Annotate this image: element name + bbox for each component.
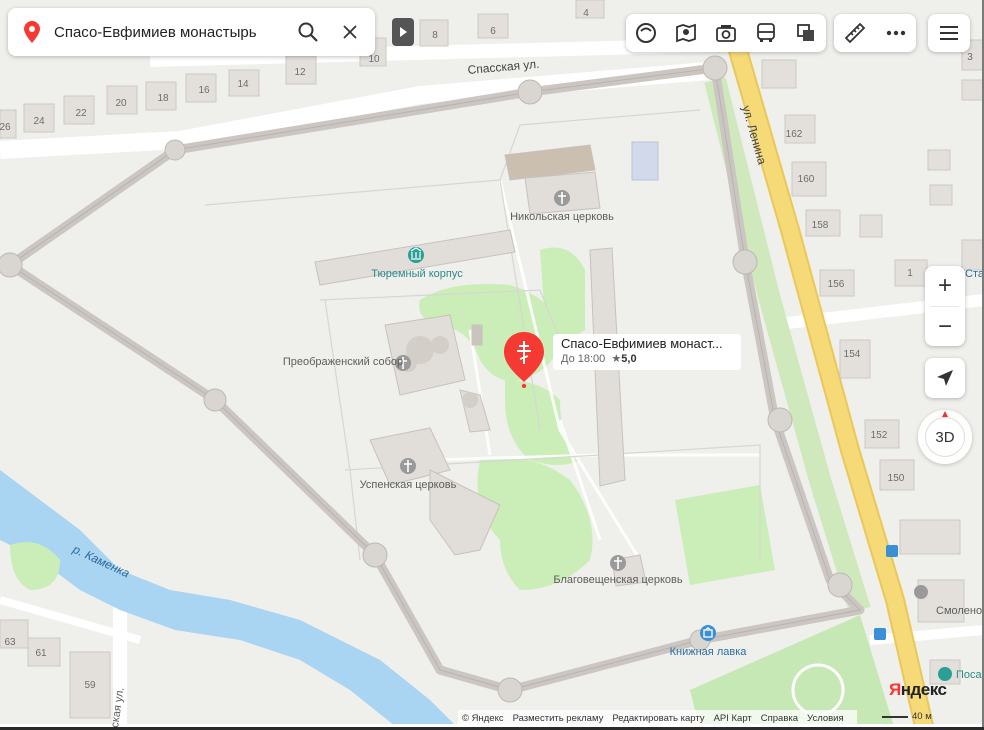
location-pin-icon [24, 21, 40, 43]
poi-label: Успенская церковь [360, 479, 457, 491]
search-input[interactable]: Спасо-Евфимиев монастырь [54, 24, 291, 41]
place-popup[interactable]: Спасо-Евфимиев монаст... До 18:00 ★5,0 [553, 334, 741, 370]
poi-label: Книжная лавка [670, 646, 748, 658]
house-number: 154 [844, 349, 861, 360]
menu-button[interactable] [928, 14, 970, 52]
house-number: 1 [907, 268, 913, 279]
ruler-button[interactable] [834, 14, 875, 52]
house-number: 162 [786, 129, 803, 140]
house-number: 150 [888, 473, 905, 484]
search-box: Спасо-Евфимиев монастырь [8, 8, 375, 56]
poi-label: Благовещенская церковь [553, 574, 682, 586]
cross-icon[interactable] [400, 458, 416, 474]
camera-icon [716, 25, 736, 42]
poi-label: Тюремный корпус [371, 268, 463, 280]
star-icon: ★ [608, 353, 622, 365]
house-number: 14 [237, 79, 249, 90]
zoom-in-button[interactable]: + [925, 266, 965, 306]
map-layers-button[interactable] [626, 14, 666, 52]
advertise-link[interactable]: Разместить рекламу [513, 713, 604, 724]
tools-toolbar [834, 14, 916, 52]
house-number: 24 [33, 116, 45, 127]
house-number: 26 [0, 122, 11, 133]
layers-icon [636, 23, 656, 43]
cross-icon[interactable] [610, 555, 626, 571]
copyright-text: © Яндекс [462, 712, 504, 724]
terms-link[interactable]: Условия [807, 713, 844, 724]
hamburger-icon [940, 26, 958, 40]
house-number: 12 [294, 67, 306, 78]
house-number: 3 [967, 52, 973, 63]
edit-map-link[interactable]: Редактировать карту [612, 713, 704, 724]
scale-bar: 40 м [882, 711, 932, 722]
house-number: 10 [368, 54, 380, 65]
navigation-arrow-icon [937, 370, 953, 386]
map-footer: © Яндекс Разместить рекламу Редактироват… [458, 710, 857, 726]
house-number: 4 [583, 8, 589, 19]
house-number: 160 [798, 174, 815, 185]
transport-button[interactable] [746, 14, 786, 52]
close-icon [343, 25, 357, 39]
house-number: 152 [871, 430, 888, 441]
house-number: 59 [84, 680, 96, 691]
poi-label: Преображенский собор [283, 356, 403, 368]
scale-line [882, 715, 908, 718]
search-button[interactable] [291, 15, 325, 49]
place-meta: До 18:00 ★5,0 [561, 352, 733, 365]
panorama-button[interactable] [666, 14, 706, 52]
minus-icon: − [937, 313, 952, 340]
ruler-icon [844, 22, 865, 44]
bus-icon [757, 23, 775, 42]
museum-icon[interactable] [408, 247, 424, 263]
more-icon [886, 30, 905, 36]
plus-icon: + [937, 272, 952, 299]
3d-button[interactable]: 3D [925, 417, 965, 457]
help-link[interactable]: Справка [761, 713, 798, 724]
house-number: 16 [198, 85, 210, 96]
collapse-panel-button[interactable] [392, 18, 414, 46]
search-icon [298, 22, 318, 42]
place-rating: 5,0 [621, 353, 637, 365]
layers-toolbar [626, 14, 826, 52]
house-number: 8 [432, 30, 438, 41]
play-icon [400, 27, 407, 37]
house-number: 61 [35, 648, 47, 659]
more-button[interactable] [875, 14, 916, 52]
squares-icon [797, 24, 814, 41]
scale-label: 40 м [912, 711, 932, 722]
shop-icon[interactable] [700, 625, 716, 641]
house-number: 22 [75, 108, 87, 119]
place-hours: До 18:00 [561, 353, 606, 365]
house-number: 6 [490, 26, 496, 37]
panorama-icon [676, 23, 696, 43]
place-title: Спасо-Евфимиев монаст... [561, 336, 723, 351]
house-number: 18 [157, 93, 169, 104]
house-number: 63 [4, 637, 16, 648]
photos-button[interactable] [706, 14, 746, 52]
api-link[interactable]: API Карт [714, 713, 752, 724]
house-number: 158 [812, 220, 829, 231]
clear-search-button[interactable] [333, 15, 367, 49]
selected-place-marker[interactable] [502, 330, 546, 388]
compass-3d-control[interactable]: 3D [918, 410, 972, 464]
poi-label: Никольская церковь [510, 211, 614, 223]
map-mode-button[interactable] [786, 14, 826, 52]
zoom-control: + − [925, 266, 965, 346]
map-canvas[interactable]: 4 8 6 10 12 14 16 18 20 22 24 26 3 162 1… [0, 0, 984, 730]
poi-label: Смолено [936, 605, 982, 617]
yandex-logo[interactable]: Яндекс [889, 680, 947, 700]
geolocation-button[interactable] [925, 358, 965, 398]
zoom-out-button[interactable]: − [925, 307, 965, 347]
cross-icon[interactable] [554, 190, 570, 206]
poi-label: Поса [956, 669, 983, 681]
house-number: 156 [828, 279, 845, 290]
house-number: 20 [115, 98, 127, 109]
north-indicator-icon [942, 411, 948, 417]
